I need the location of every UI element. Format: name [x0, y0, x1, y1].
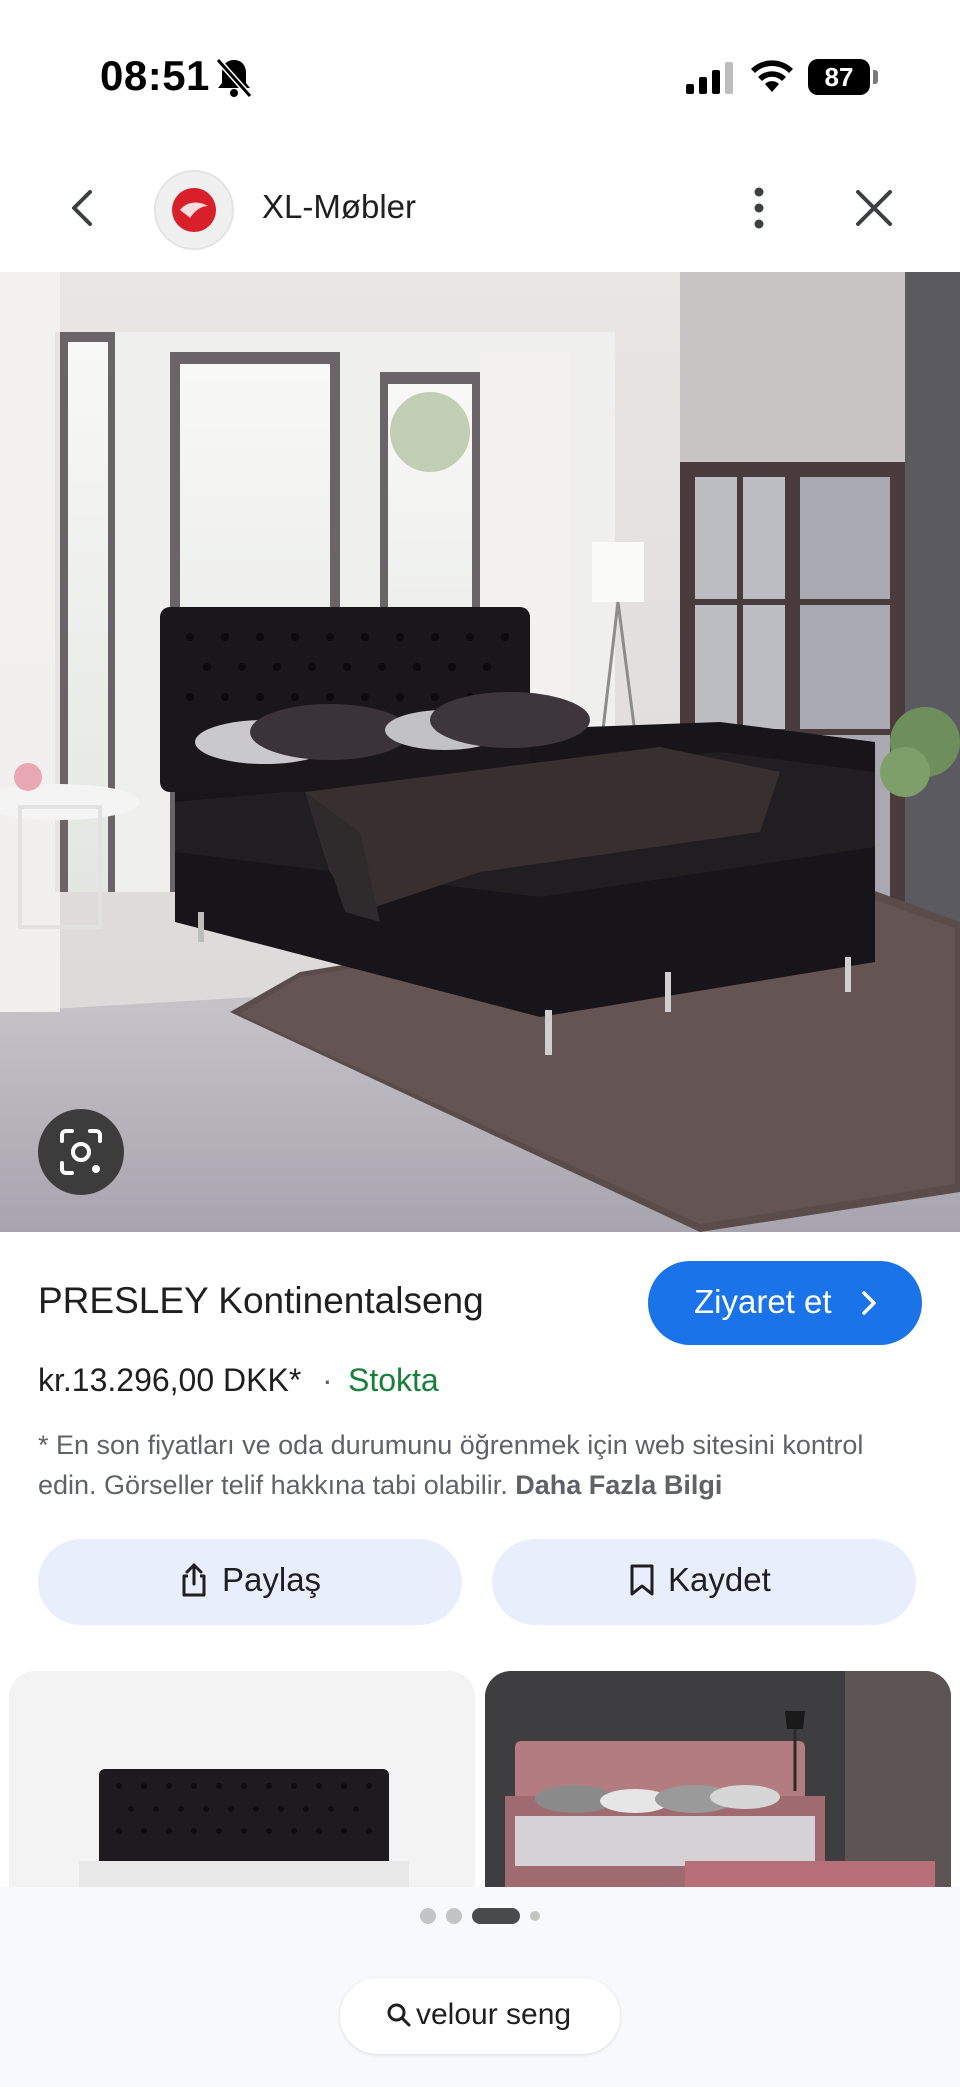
search-query-chip[interactable]: velour seng — [340, 1978, 620, 2054]
stock-status: Stokta — [348, 1362, 439, 1398]
close-icon[interactable] — [852, 186, 896, 230]
product-title[interactable]: PRESLEY Kontinentalseng — [38, 1280, 484, 1322]
visit-button[interactable]: Ziyaret et — [648, 1261, 922, 1345]
related-image-thumbnail[interactable] — [485, 1671, 951, 1887]
more-vert-icon[interactable] — [744, 186, 774, 230]
bell-slash-icon — [215, 58, 253, 98]
pagination-dot-active — [472, 1908, 520, 1924]
separator-dot: · — [322, 1362, 333, 1398]
more-info-link[interactable]: Daha Fazla Bilgi — [515, 1470, 722, 1500]
status-time: 08:51 — [100, 52, 210, 99]
signal-icon — [686, 62, 733, 94]
lens-search-button[interactable] — [38, 1109, 124, 1195]
visit-button-label: Ziyaret et — [694, 1283, 832, 1320]
share-icon — [182, 1563, 206, 1597]
pagination-dot — [530, 1911, 540, 1921]
back-chevron-icon[interactable] — [62, 186, 106, 230]
disclaimer-text: * En son fiyatları ve oda durumunu öğren… — [38, 1430, 864, 1500]
wifi-icon — [751, 60, 793, 92]
site-name[interactable]: XL-Møbler — [262, 188, 416, 226]
battery-level: 87 — [808, 59, 870, 95]
product-image[interactable] — [0, 272, 960, 1232]
bookmark-icon — [630, 1564, 654, 1596]
site-logo — [154, 170, 234, 250]
share-button[interactable]: Paylaş — [38, 1539, 462, 1625]
price-disclaimer: * En son fiyatları ve oda durumunu öğren… — [38, 1425, 928, 1505]
save-button[interactable]: Kaydet — [492, 1539, 916, 1625]
camera-lens-icon — [60, 1129, 102, 1175]
search-icon — [387, 2003, 411, 2027]
product-price: kr.13.296,00 DKK* — [38, 1362, 302, 1398]
carousel-pagination — [420, 1908, 540, 1924]
search-query-text: velour seng — [416, 1998, 572, 2031]
chevron-right-icon — [862, 1291, 876, 1315]
pagination-dot — [446, 1908, 462, 1924]
pagination-dot — [420, 1908, 436, 1924]
save-button-label: Kaydet — [668, 1561, 771, 1598]
share-button-label: Paylaş — [222, 1561, 322, 1598]
related-image-thumbnail[interactable] — [9, 1671, 475, 1887]
battery-icon: 87 — [808, 59, 878, 95]
